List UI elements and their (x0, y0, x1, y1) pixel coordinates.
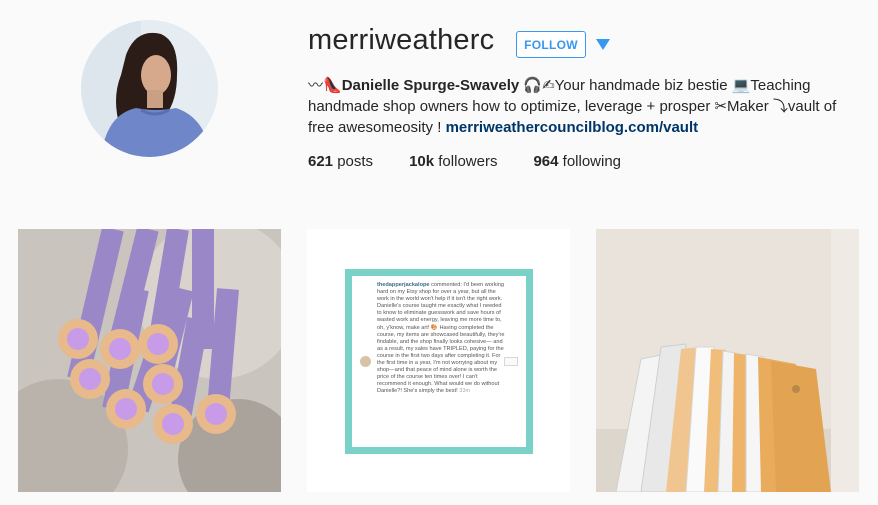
profile-display-name: Danielle Spurge-Swavely (341, 77, 520, 94)
comment-text: thedapperjackalope commented: I'd been w… (377, 282, 507, 396)
post-thumbnail-comment[interactable]: thedapperjackalope commented: I'd been w… (307, 229, 570, 492)
post-thumbnail-pencils[interactable] (18, 229, 281, 492)
posts-stat: 621 posts (308, 153, 373, 170)
comment-body: commented: I'd been working hard on my E… (377, 282, 505, 395)
profile-stats: 621 posts 10k followers 964 following (308, 153, 657, 170)
bio-link[interactable]: merriweathercouncilblog.com/vault (446, 119, 699, 136)
posts-label: posts (337, 153, 374, 170)
following-count: 964 (533, 153, 559, 170)
profile-bio: 〰👠Danielle Spurge-Swavely 🎧✍Your handmad… (308, 75, 853, 138)
profile-username: merriweatherc (308, 24, 495, 56)
following-stat[interactable]: 964 following (533, 153, 621, 170)
followers-label: followers (438, 153, 498, 170)
comment-username: thedapperjackalope (377, 282, 430, 288)
bio-prefix: 〰👠 (308, 77, 342, 94)
followers-stat[interactable]: 10k followers (409, 153, 497, 170)
post-thumbnail-envelopes[interactable] (596, 229, 859, 492)
comment-frame: thedapperjackalope commented: I'd been w… (345, 269, 533, 454)
commenter-avatar (360, 356, 371, 367)
chevron-down-icon[interactable] (596, 39, 610, 50)
followers-count: 10k (409, 153, 435, 170)
comment-time: 33m (459, 388, 471, 395)
profile-avatar (81, 20, 218, 157)
reply-icon (504, 357, 518, 366)
posts-count: 621 (308, 153, 334, 170)
follow-button[interactable]: FOLLOW (516, 31, 586, 58)
following-label: following (562, 153, 622, 170)
